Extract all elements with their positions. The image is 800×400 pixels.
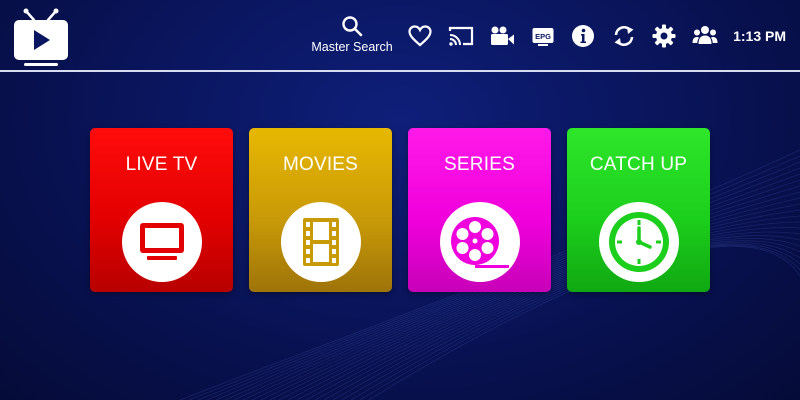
app-logo[interactable] <box>12 6 70 68</box>
live-tv-tile[interactable]: LIVE TV <box>90 128 233 292</box>
tv-logo-icon <box>14 8 68 66</box>
search-icon <box>342 16 363 37</box>
series-icon-circle <box>440 202 520 282</box>
movies-label: MOVIES <box>282 154 359 175</box>
header-divider <box>0 70 800 72</box>
recordings-button[interactable] <box>489 23 515 49</box>
master-search-button[interactable]: Master Search <box>308 14 396 58</box>
users-button[interactable] <box>692 23 718 49</box>
favorites-button[interactable] <box>407 23 433 49</box>
refresh-button[interactable] <box>611 23 637 49</box>
epg-icon: EPG <box>532 28 554 46</box>
tv-icon <box>140 223 184 260</box>
movies-icon-circle <box>281 202 361 282</box>
master-search-label: Master Search <box>311 40 393 54</box>
wave-line <box>323 238 800 400</box>
info-button[interactable] <box>570 23 596 49</box>
series-tile[interactable]: SERIES <box>408 128 551 292</box>
movies-tile[interactable]: MOVIES <box>249 128 392 292</box>
catch-up-label: CATCH UP <box>589 154 688 175</box>
refresh-icon <box>614 26 634 46</box>
live-tv-icon-circle <box>122 202 202 282</box>
cast-button[interactable] <box>448 23 474 49</box>
clock-icon <box>609 212 669 272</box>
film-strip-icon <box>303 218 339 266</box>
clock-time: 1:13 PM <box>733 28 786 44</box>
live-tv-label: LIVE TV <box>125 154 198 175</box>
users-icon <box>692 26 718 44</box>
heart-icon <box>408 25 432 47</box>
epg-text: EPG <box>535 32 551 41</box>
catch-up-tile[interactable]: CATCH UP <box>567 128 710 292</box>
film-reel-icon <box>451 217 509 268</box>
epg-button[interactable]: EPG <box>530 23 556 49</box>
catch-up-icon-circle <box>599 202 679 282</box>
cast-icon <box>448 26 474 46</box>
series-label: SERIES <box>444 154 515 175</box>
top-bar: Master Search EPG 1:13 PM <box>0 0 800 70</box>
info-icon <box>572 25 594 47</box>
gear-icon <box>652 24 676 48</box>
video-camera-icon <box>491 26 514 45</box>
settings-button[interactable] <box>651 23 677 49</box>
